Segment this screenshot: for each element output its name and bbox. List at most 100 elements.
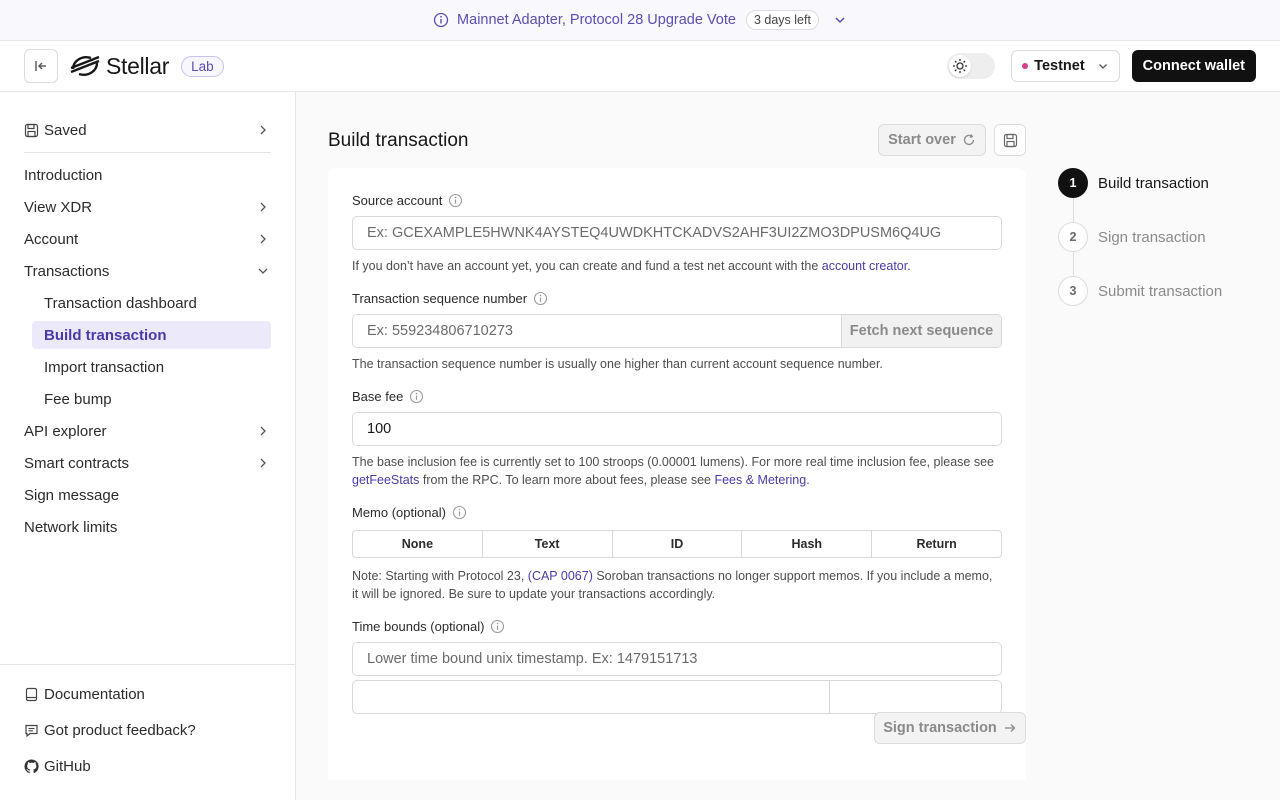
upper-time-bound-input[interactable] bbox=[352, 680, 830, 714]
get-fee-stats-link[interactable]: getFeeStats bbox=[352, 473, 419, 487]
field-label-text: Memo (optional) bbox=[352, 505, 446, 520]
memo-tab-hash[interactable]: Hash bbox=[742, 531, 873, 557]
info-icon bbox=[433, 12, 449, 28]
memo-tab-none[interactable]: None bbox=[353, 531, 483, 557]
sidebar-item-label: Got product feedback? bbox=[44, 721, 196, 739]
stellar-logo[interactable]: Stellar Lab bbox=[70, 52, 224, 80]
collapse-sidebar-button[interactable] bbox=[24, 49, 58, 83]
github-link[interactable]: GitHub bbox=[24, 751, 271, 781]
chevron-right-icon bbox=[260, 426, 266, 436]
step-build[interactable]: 1 Build transaction bbox=[1058, 168, 1209, 198]
sequence-note: The transaction sequence number is usual… bbox=[352, 357, 883, 371]
sequence-number-input[interactable]: Ex: 559234806710273 bbox=[353, 315, 841, 347]
step-label: Sign transaction bbox=[1098, 228, 1206, 246]
arrow-right-icon bbox=[1004, 724, 1016, 732]
sign-transaction-label: Sign transaction bbox=[883, 720, 997, 736]
save-icon bbox=[1003, 133, 1017, 147]
memo-tab-return[interactable]: Return bbox=[872, 531, 1001, 557]
network-label: Testnet bbox=[1034, 58, 1085, 74]
start-over-label: Start over bbox=[888, 132, 956, 148]
logo-text: Stellar bbox=[106, 52, 170, 79]
days-left-badge: 3 days left bbox=[745, 10, 819, 30]
base-fee-input[interactable]: 100 bbox=[352, 412, 1002, 446]
info-icon[interactable] bbox=[409, 389, 424, 404]
chevron-down-icon[interactable] bbox=[833, 13, 847, 27]
github-icon bbox=[24, 758, 39, 773]
memo-type-selector: None Text ID Hash Return bbox=[352, 530, 1002, 558]
source-account-note: If you don’t have an account yet, you ca… bbox=[352, 257, 1002, 275]
step-sign[interactable]: 2 Sign transaction bbox=[1058, 222, 1206, 252]
sidebar-item-introduction[interactable]: Introduction bbox=[24, 160, 271, 190]
sidebar-item-view-xdr[interactable]: View XDR bbox=[24, 192, 271, 222]
save-transaction-button[interactable] bbox=[994, 124, 1026, 156]
chevron-right-icon bbox=[260, 202, 266, 212]
main-content: Build transaction Start over Source acco… bbox=[296, 92, 1280, 800]
memo-note: Note: Starting with Protocol 23, (CAP 00… bbox=[352, 567, 1002, 603]
sidebar-item-label: Account bbox=[24, 230, 79, 248]
time-bound-unit-button[interactable] bbox=[830, 680, 1002, 714]
source-account-label: Source account bbox=[352, 193, 463, 208]
note-text: The base inclusion fee is currently set … bbox=[352, 455, 994, 469]
lower-time-bound-input[interactable]: Lower time bound unix timestamp. Ex: 147… bbox=[352, 642, 1002, 676]
sidebar-item-label: Network limits bbox=[24, 518, 118, 536]
info-icon[interactable] bbox=[533, 291, 548, 306]
step-submit[interactable]: 3 Submit transaction bbox=[1058, 276, 1222, 306]
sidebar-item-account[interactable]: Account bbox=[24, 224, 271, 254]
note-text: . bbox=[806, 473, 810, 487]
memo-tab-text[interactable]: Text bbox=[483, 531, 613, 557]
base-fee-note: The base inclusion fee is currently set … bbox=[352, 453, 1002, 489]
sidebar-item-import-transaction[interactable]: Import transaction bbox=[32, 352, 271, 382]
step-label: Build transaction bbox=[1098, 174, 1209, 192]
source-account-input[interactable]: Ex: GCEXAMPLE5HWNK4AYSTEQ4UWDKHTCKADVS2A… bbox=[352, 216, 1002, 250]
lower-time-bound-placeholder: Lower time bound unix timestamp. Ex: 147… bbox=[367, 651, 698, 667]
sign-transaction-button[interactable]: Sign transaction bbox=[874, 712, 1026, 744]
sidebar-item-fee-bump[interactable]: Fee bump bbox=[32, 384, 271, 414]
sun-icon bbox=[953, 59, 968, 73]
sidebar-item-smart-contracts[interactable]: Smart contracts bbox=[24, 448, 271, 478]
start-over-button[interactable]: Start over bbox=[878, 124, 986, 156]
announcement-banner[interactable]: Mainnet Adapter, Protocol 28 Upgrade Vot… bbox=[0, 0, 1280, 41]
sidebar-divider bbox=[24, 152, 271, 153]
network-selector[interactable]: Testnet bbox=[1011, 50, 1120, 82]
sequence-number-label: Transaction sequence number bbox=[352, 291, 548, 306]
account-creator-link[interactable]: account creator bbox=[822, 259, 907, 273]
info-icon[interactable] bbox=[452, 505, 467, 520]
documentation-link[interactable]: Documentation bbox=[24, 679, 271, 709]
info-icon[interactable] bbox=[490, 619, 505, 634]
top-header: Stellar Lab Testnet Connect wallet bbox=[0, 41, 1280, 92]
sidebar-item-label: Smart contracts bbox=[24, 454, 130, 472]
network-status-dot bbox=[1022, 63, 1029, 69]
feedback-link[interactable]: Got product feedback? bbox=[24, 715, 271, 745]
sidebar-item-label: Saved bbox=[44, 121, 87, 139]
book-icon bbox=[25, 687, 38, 701]
sidebar-item-transactions[interactable]: Transactions bbox=[24, 256, 271, 286]
memo-tab-id[interactable]: ID bbox=[613, 531, 743, 557]
time-bounds-label: Time bounds (optional) bbox=[352, 619, 505, 634]
info-icon[interactable] bbox=[448, 193, 463, 208]
chevron-right-icon bbox=[260, 125, 266, 135]
theme-toggle[interactable] bbox=[947, 53, 996, 79]
sidebar-item-transaction-dashboard[interactable]: Transaction dashboard bbox=[32, 288, 271, 318]
fees-metering-link[interactable]: Fees & Metering bbox=[714, 473, 806, 487]
sidebar-item-sign-message[interactable]: Sign message bbox=[24, 480, 271, 510]
fetch-next-sequence-button[interactable]: Fetch next sequence bbox=[841, 315, 1001, 347]
note-text: If you don’t have an account yet, you ca… bbox=[352, 259, 822, 273]
sidebar-item-build-transaction[interactable]: Build transaction bbox=[32, 321, 271, 349]
connect-wallet-button[interactable]: Connect wallet bbox=[1131, 50, 1256, 82]
source-account-placeholder: Ex: GCEXAMPLE5HWNK4AYSTEQ4UWDKHTCKADVS2A… bbox=[367, 225, 942, 241]
sidebar-item-label: API explorer bbox=[24, 422, 107, 440]
memo-label: Memo (optional) bbox=[352, 505, 467, 520]
cap-0067-link[interactable]: (CAP 0067) bbox=[528, 569, 593, 583]
sidebar-item-label: Build transaction bbox=[44, 326, 167, 344]
base-fee-value: 100 bbox=[367, 421, 392, 437]
field-label-text: Base fee bbox=[352, 389, 404, 404]
sidebar-item-saved[interactable]: Saved bbox=[24, 115, 271, 145]
step-label: Submit transaction bbox=[1098, 282, 1223, 300]
chevron-right-icon bbox=[260, 234, 266, 244]
collapse-left-icon bbox=[35, 61, 46, 71]
sequence-placeholder: Ex: 559234806710273 bbox=[367, 323, 513, 339]
message-icon bbox=[25, 724, 38, 737]
sidebar-item-api-explorer[interactable]: API explorer bbox=[24, 416, 271, 446]
sidebar-item-network-limits[interactable]: Network limits bbox=[24, 512, 271, 542]
note-text: from the RPC. To learn more about fees, … bbox=[419, 473, 715, 487]
